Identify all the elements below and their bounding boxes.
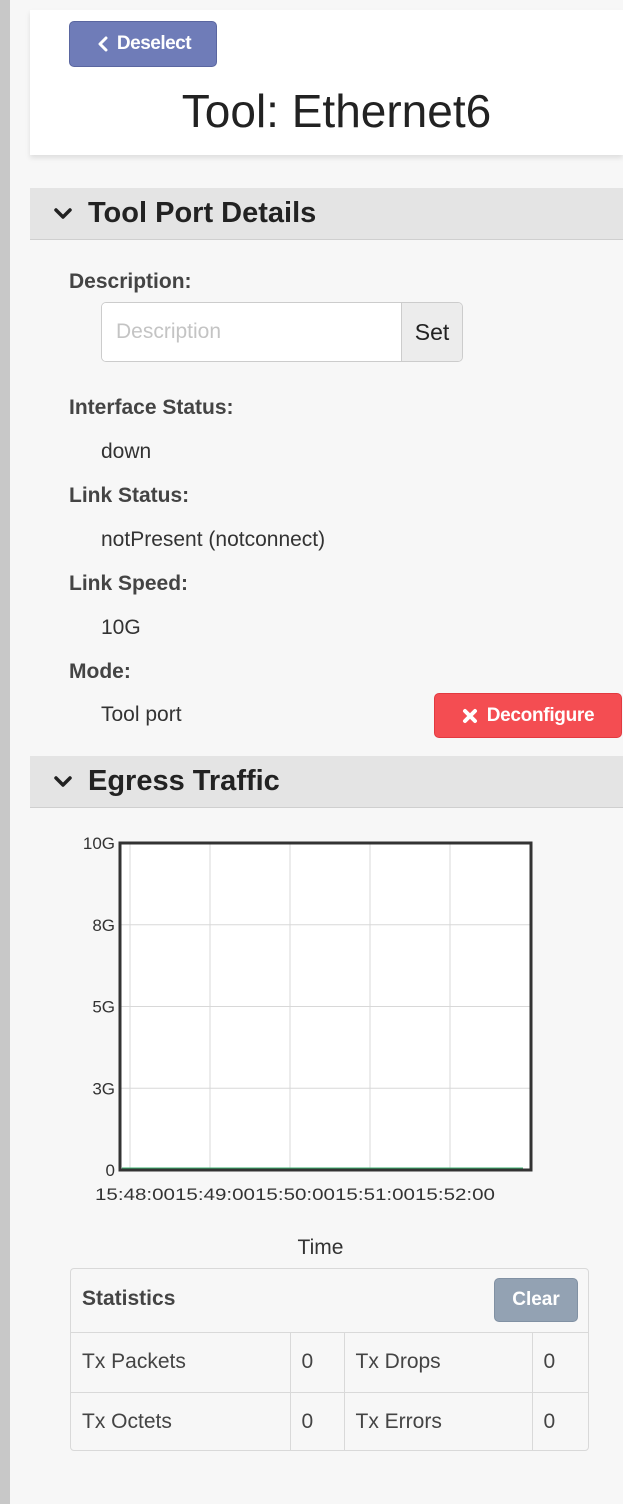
chevron-down-icon [54,775,72,787]
table-row: Tx Packets 0 Tx Drops 0 [71,1333,588,1393]
table-row: Tx Octets 0 Tx Errors 0 [71,1392,588,1451]
tx-errors-value: 0 [543,1409,556,1433]
set-button[interactable]: Set [401,303,462,361]
y-tick-label: 5G [92,998,115,1017]
egress-traffic-header[interactable]: Egress Traffic [30,756,623,808]
x-tick-label: 15:52:00 [415,1185,495,1204]
tool-port-details-header[interactable]: Tool Port Details [30,188,623,240]
deconfigure-label: Deconfigure [486,704,595,726]
link-speed-label: Link Speed: [69,572,189,595]
link-status-value: notPresent (notconnect) [101,528,326,551]
description-input[interactable] [102,303,401,361]
description-input-group: Set [101,302,463,362]
page-title: Tool: Ethernet6 [181,85,492,137]
y-tick-label: 0 [106,1161,115,1180]
tx-octets-value: 0 [290,1392,345,1451]
statistics-title: Statistics [82,1287,176,1310]
description-label: Description: [69,270,192,293]
section-title: Tool Port Details [88,197,317,229]
mode-value: Tool port [101,703,182,726]
interface-status-label: Interface Status: [69,396,234,419]
egress-traffic-chart: 0 3G 5G 8G 10G 15:48:00 15:49:00 15:50:00 15:51:… [83,834,533,1259]
x-icon [462,708,477,723]
left-rail [0,0,10,1504]
deselect-label: Deselect [116,33,192,54]
x-tick-label: 15:48:00 [95,1185,175,1204]
clear-button[interactable]: Clear [494,1278,578,1322]
tx-octets-label: Tx Octets [71,1392,291,1451]
y-tick-label: 8G [92,916,115,935]
statistics-panel: Statistics Clear Tx Packets 0 Tx Drops 0… [70,1268,589,1451]
link-speed-value: 10G [101,616,141,639]
tx-drops-label: Tx Drops [344,1333,533,1393]
interface-status-value: down [101,440,152,463]
statistics-table: Tx Packets 0 Tx Drops 0 Tx Octets 0 Tx E… [71,1333,588,1451]
chevron-down-icon [54,207,72,219]
tx-errors-label: Tx Errors [344,1392,533,1451]
tx-packets-label: Tx Packets [71,1333,291,1393]
link-status-label: Link Status: [69,484,190,507]
deselect-button[interactable]: Deselect [69,21,217,67]
statistics-header: Statistics Clear [71,1269,588,1333]
x-axis-title: Time [298,1236,344,1259]
y-tick-label: 10G [83,834,115,853]
tx-packets-value: 0 [290,1333,345,1393]
x-tick-label: 15:51:00 [335,1185,415,1204]
chevron-left-icon [98,36,108,52]
tx-drops-value: 0 [532,1333,588,1393]
x-tick-label: 15:50:00 [255,1185,335,1204]
section-title: Egress Traffic [88,765,280,797]
header-panel: Deselect Tool: Ethernet6 [30,10,623,155]
deconfigure-button[interactable]: Deconfigure [434,693,622,738]
y-tick-label: 3G [92,1079,115,1098]
x-tick-label: 15:49:00 [175,1185,255,1204]
mode-label: Mode: [69,660,131,683]
